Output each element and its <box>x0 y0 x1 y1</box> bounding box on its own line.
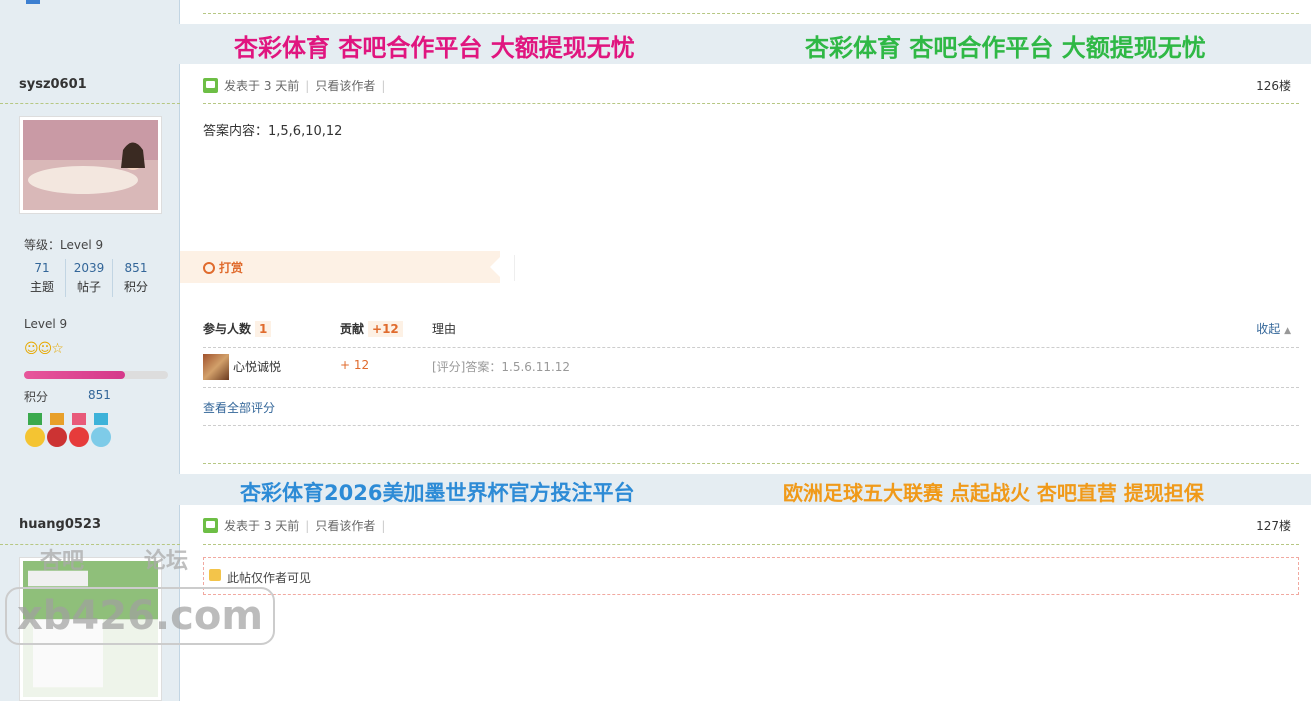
watermark-domain: xb426.com <box>5 587 275 645</box>
rate-collapse-label: 收起 <box>1256 322 1281 336</box>
post1-posted-time: 发表于 3 天前 <box>224 79 300 93</box>
post1-level-label: 等级：Level 9 <box>24 238 104 252</box>
rate-divider <box>203 347 1299 348</box>
chevron-up-icon: ▲ <box>1284 326 1291 336</box>
stat-posts-value: 2039 <box>73 261 105 275</box>
rate-contribution-value: +12 <box>368 321 403 337</box>
stat-points-value: 851 <box>124 261 148 275</box>
meta-separator: | <box>381 78 386 93</box>
post2-locked-text: 此帖仅作者可见 <box>227 571 312 585</box>
meta-separator: | <box>305 518 310 533</box>
post2-locked-box <box>203 557 1299 595</box>
ad-link-right-1[interactable]: 杏彩体育 杏吧合作平台 大额提现无忧 <box>805 28 1206 63</box>
post1-username[interactable]: sysz0601 <box>19 77 87 92</box>
post1-points-progress <box>24 371 168 379</box>
meta-separator: | <box>381 518 386 533</box>
post-online-icon <box>203 518 218 533</box>
stat-points-label: 积分 <box>123 280 148 294</box>
progress-fill <box>24 371 125 379</box>
rate-contribution: 贡献 +12 <box>340 320 403 337</box>
watermark-logo: 杏吧 论坛 <box>40 543 188 575</box>
post2-username[interactable]: huang0523 <box>19 517 101 532</box>
post1-points-label: 积分 <box>24 390 49 404</box>
post1-medals <box>24 413 112 447</box>
stat-threads-value: 71 <box>34 261 50 275</box>
medal-icon[interactable] <box>24 413 46 447</box>
rate-participants: 参与人数 1 <box>203 320 272 337</box>
meta-separator: | <box>305 78 310 93</box>
rate-collapse-button[interactable]: 收起 ▲ <box>1256 320 1291 337</box>
tip-label: 打赏 <box>219 261 244 275</box>
tip-arrow <box>490 251 506 283</box>
rate-divider <box>203 387 1299 388</box>
medal-icon[interactable] <box>46 413 68 447</box>
rate-divider <box>203 425 1299 426</box>
avatar-photo <box>23 120 158 210</box>
post1-content: 答案内容：1,5,6,10,12 <box>203 124 343 139</box>
rater-name[interactable]: 心悦诚悦 <box>233 358 281 375</box>
stat-threads-label: 主题 <box>29 280 54 294</box>
ad-link-left-1[interactable]: 杏彩体育 杏吧合作平台 大额提现无忧 <box>234 28 635 63</box>
rater-value: + 12 <box>340 358 370 372</box>
stat-threads[interactable]: 71 主题 <box>19 259 66 297</box>
watermark-text-left: 杏吧 <box>40 549 85 574</box>
lock-icon <box>209 569 221 581</box>
post2-floor-number[interactable]: 127楼 <box>1256 517 1291 534</box>
post1-meta: 发表于 3 天前 | 只看该作者 | <box>203 77 385 94</box>
post1-level-text: Level 9 <box>24 317 68 331</box>
post2-meta: 发表于 3 天前 | 只看该作者 | <box>203 517 385 534</box>
separator-line <box>203 463 1299 464</box>
stat-posts-label: 帖子 <box>76 280 101 294</box>
ad-link-right-2[interactable]: 欧洲足球五大联赛 点起战火 杏吧直营 提现担保 <box>783 477 1204 506</box>
tip-icon <box>203 261 215 274</box>
stat-posts[interactable]: 2039 帖子 <box>66 259 113 297</box>
post1-points-value: 851 <box>88 388 111 402</box>
post1-stat-grid: 71 主题 2039 帖子 851 积分 <box>19 259 159 297</box>
view-all-ratings-link[interactable]: 查看全部评分 <box>203 399 275 416</box>
post-online-icon <box>203 78 218 93</box>
ad-left-2-suffix: 美加墨世界杯官方投注平台 <box>382 480 635 505</box>
rate-reason-header: 理由 <box>432 322 457 336</box>
level-stars-icon: ☺☺☆ <box>24 341 64 357</box>
post1-floor-number[interactable]: 126楼 <box>1256 77 1291 94</box>
ad-link-left-2[interactable]: 杏彩体育2026美加墨世界杯官方投注平台 <box>240 477 634 507</box>
post1-avatar[interactable] <box>19 116 162 214</box>
rate-participants-label: 参与人数 <box>203 322 252 336</box>
post1-header-divider <box>203 103 1299 104</box>
post1-user-divider <box>0 103 180 104</box>
rater-reason: [评分]答案：1.5.6.11.12 <box>432 360 571 374</box>
rate-contribution-label: 贡献 <box>340 322 365 336</box>
stat-points[interactable]: 851 积分 <box>113 259 159 297</box>
separator-line <box>203 13 1299 14</box>
rater-avatar[interactable] <box>203 354 229 380</box>
top-partial-icon <box>26 0 40 4</box>
post2-author-only-link[interactable]: 只看该作者 <box>315 517 375 534</box>
ad-left-2-number: 2026 <box>324 481 383 505</box>
medal-icon[interactable] <box>90 413 112 447</box>
watermark-text-right: 论坛 <box>144 549 189 574</box>
rate-participants-count: 1 <box>255 321 272 337</box>
post2-posted-time: 发表于 3 天前 <box>224 519 300 533</box>
ad-left-2-prefix: 杏彩体育 <box>240 480 324 505</box>
post2-header-divider <box>203 544 1299 545</box>
tip-divider <box>514 255 515 281</box>
tip-button[interactable]: 打赏 <box>203 259 243 276</box>
medal-icon[interactable] <box>68 413 90 447</box>
post1-author-only-link[interactable]: 只看该作者 <box>315 77 375 94</box>
